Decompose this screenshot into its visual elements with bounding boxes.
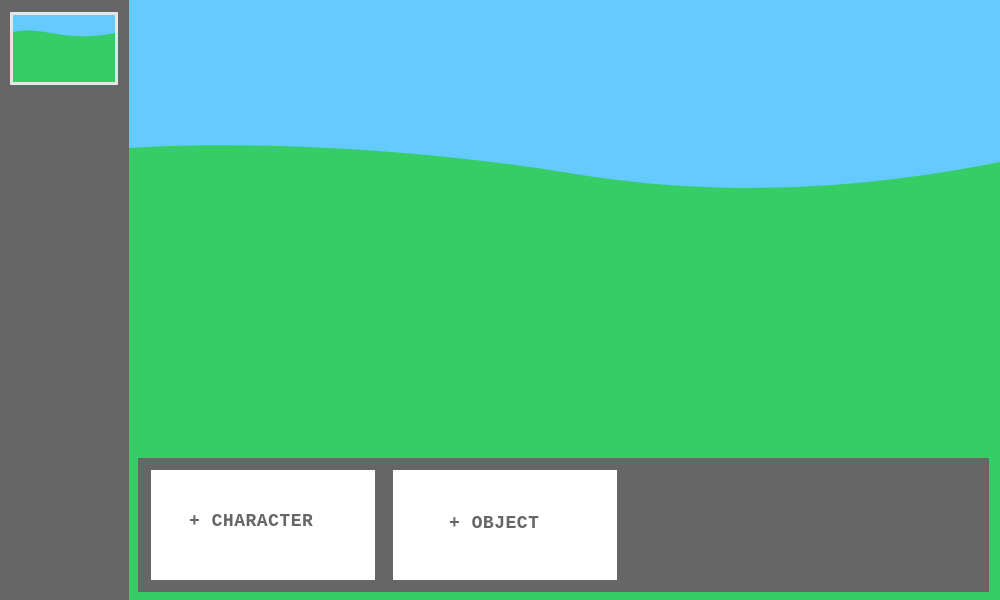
thumbnail-grass	[13, 30, 115, 82]
app-window: + CHARACTER + OBJECT	[0, 0, 1000, 600]
scene-thumbnail[interactable]	[10, 12, 118, 85]
add-toolbar: + CHARACTER + OBJECT	[138, 458, 989, 592]
scene-thumbnail-icon	[13, 15, 115, 82]
add-character-button[interactable]: + CHARACTER	[151, 470, 375, 580]
add-object-label: + OBJECT	[449, 514, 540, 534]
add-object-button[interactable]: + OBJECT	[393, 470, 617, 580]
scenes-sidebar	[0, 0, 129, 600]
add-character-label: + CHARACTER	[189, 512, 314, 532]
scene-canvas[interactable]: + CHARACTER + OBJECT	[129, 0, 1000, 600]
